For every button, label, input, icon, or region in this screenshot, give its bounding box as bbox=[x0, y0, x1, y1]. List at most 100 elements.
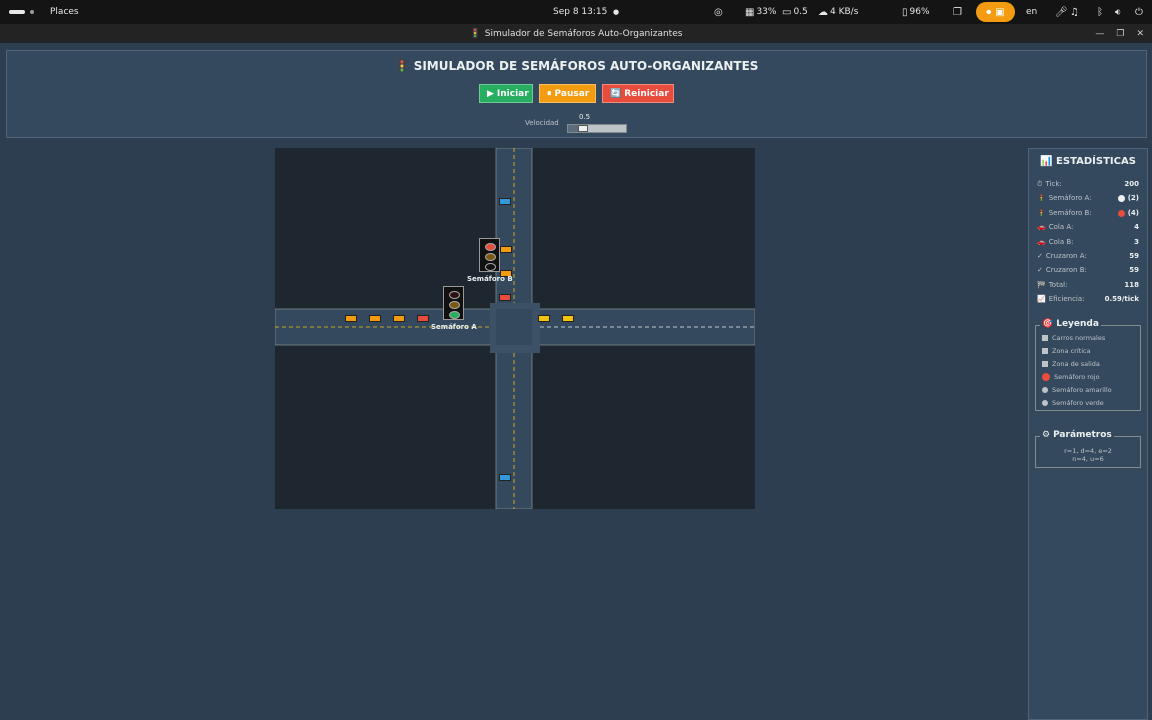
net-speed-value: 4 KB/s bbox=[830, 7, 859, 17]
stat-crossed-a: ✓ Cruzaron A: 59 bbox=[1037, 250, 1139, 262]
stat-value: 4 bbox=[1134, 223, 1139, 231]
load-value: 0.5 bbox=[793, 7, 808, 17]
screen-recorder-indicator[interactable]: ⏺ ▣ bbox=[976, 2, 1015, 22]
stat-value: 59 bbox=[1129, 266, 1139, 274]
stat-label: Semáforo B: bbox=[1048, 209, 1092, 217]
red-light-icon bbox=[485, 243, 496, 251]
car bbox=[499, 198, 511, 205]
traffic-light-b-label: Semáforo B bbox=[467, 275, 513, 283]
equalizer-icon[interactable]: ♫ bbox=[1070, 0, 1079, 24]
car-exit bbox=[562, 315, 574, 322]
workspace-indicator-active[interactable] bbox=[9, 10, 25, 14]
window-title-text: Simulador de Semáforos Auto-Organizantes bbox=[484, 28, 683, 39]
traffic-light-icon: 🚦 bbox=[469, 28, 481, 39]
legend-item: Semáforo rojo bbox=[1042, 371, 1100, 383]
window-controls: — ❐ ✕ bbox=[1095, 24, 1144, 43]
microphone-icon[interactable]: 🎤︎ bbox=[1055, 0, 1068, 24]
stats-title-text: ESTADÍSTICAS bbox=[1056, 156, 1136, 167]
window-title: 🚦 Simulador de Semáforos Auto-Organizant… bbox=[0, 24, 1152, 43]
places-menu[interactable]: Places bbox=[50, 0, 79, 24]
legend-title-text: Leyenda bbox=[1056, 319, 1099, 329]
car bbox=[393, 315, 405, 322]
speed-slider-thumb[interactable] bbox=[577, 125, 588, 132]
maximize-icon[interactable]: ❐ bbox=[1116, 29, 1124, 39]
car-icon: 🚗 bbox=[1037, 223, 1046, 231]
flag-icon: 🏁 bbox=[1037, 281, 1046, 289]
stat-label: Semáforo A: bbox=[1048, 194, 1092, 202]
close-icon[interactable]: ✕ bbox=[1136, 29, 1144, 39]
stat-value: 59 bbox=[1129, 252, 1139, 260]
reset-button[interactable]: 🔄 Reiniciar bbox=[602, 84, 674, 103]
page-title-text: SIMULADOR DE SEMÁFOROS AUTO-ORGANIZANTES bbox=[413, 59, 759, 73]
minimize-icon[interactable]: — bbox=[1095, 29, 1104, 39]
car bbox=[369, 315, 381, 322]
yellow-light-icon bbox=[449, 301, 460, 309]
legend-label: Semáforo amarillo bbox=[1052, 386, 1112, 394]
clipboard-icon[interactable]: ❐ bbox=[953, 0, 962, 24]
legend-label: Carros normales bbox=[1052, 334, 1106, 342]
speaker-icon[interactable]: 🔉︎ bbox=[1115, 0, 1121, 24]
stat-label: Total: bbox=[1048, 281, 1068, 289]
car-icon: 🚗 bbox=[1037, 238, 1046, 246]
app-header: 🚦 SIMULADOR DE SEMÁFOROS AUTO-ORGANIZANT… bbox=[6, 50, 1147, 138]
keyboard-language[interactable]: en bbox=[1026, 0, 1037, 24]
timer-icon: ⏱ bbox=[1037, 179, 1043, 188]
bar-chart-icon: 📊 bbox=[1040, 156, 1053, 167]
start-button-label: Iniciar bbox=[496, 88, 529, 99]
stat-light-a: 🚦 Semáforo A: (2) bbox=[1037, 192, 1139, 204]
window-titlebar[interactable]: 🚦 Simulador de Semáforos Auto-Organizant… bbox=[0, 24, 1152, 43]
system-top-bar: Places Sep 8 13:15 ● ◎ ▦ 33% ▭ 0.5 ☁ 4 K… bbox=[0, 0, 1152, 24]
legend-item: Zona de salida bbox=[1042, 358, 1100, 370]
road-layer bbox=[275, 148, 755, 509]
params-title-text: Parámetros bbox=[1053, 430, 1112, 440]
cpu-indicator[interactable]: ▦ 33% bbox=[745, 0, 776, 24]
legend-label: Zona crítica bbox=[1052, 347, 1091, 355]
pause-button-label: Pausar bbox=[554, 88, 590, 99]
car-critical bbox=[417, 315, 429, 322]
stat-value: 118 bbox=[1124, 281, 1139, 289]
monitor-icon: ▭ bbox=[782, 6, 792, 18]
clock[interactable]: Sep 8 13:15 bbox=[553, 0, 607, 24]
params-title: ⚙ Parámetros bbox=[1040, 430, 1114, 440]
yellow-light-icon bbox=[485, 253, 496, 261]
legend-item: Carros normales bbox=[1042, 332, 1105, 344]
speed-slider[interactable] bbox=[567, 124, 627, 133]
volume-indicator[interactable]: ▯ 96% bbox=[902, 0, 930, 24]
stats-panel: 📊 ESTADÍSTICAS ⏱ Tick: 200 🚦 Semáforo A: (… bbox=[1028, 148, 1148, 720]
load-indicator[interactable]: ▭ 0.5 bbox=[782, 0, 808, 24]
stat-total: 🏁 Total: 118 bbox=[1037, 279, 1139, 291]
car bbox=[500, 246, 512, 253]
legend-swatch bbox=[1042, 348, 1048, 354]
pause-icon: ⏸ bbox=[547, 88, 552, 99]
cloud-download-icon: ☁ bbox=[818, 6, 828, 18]
cpu-value: 33% bbox=[756, 7, 777, 17]
traffic-light-icon: 🚦 bbox=[1037, 194, 1046, 202]
stat-queue-b: 🚗 Cola B: 3 bbox=[1037, 236, 1139, 248]
play-icon: ▶ bbox=[487, 88, 494, 99]
traffic-light-a-label: Semáforo A bbox=[431, 323, 477, 331]
volume-value: 96% bbox=[909, 7, 930, 17]
legend-box: 🎯 Leyenda Carros normales Zona crítica Z… bbox=[1035, 319, 1141, 411]
check-icon: ✓ bbox=[1037, 266, 1043, 274]
car bbox=[499, 474, 511, 481]
net-speed-indicator[interactable]: ☁ 4 KB/s bbox=[818, 0, 858, 24]
workspace-indicator[interactable] bbox=[30, 10, 34, 14]
legend-label: Semáforo rojo bbox=[1054, 373, 1100, 381]
stat-queue-a: 🚗 Cola A: 4 bbox=[1037, 221, 1139, 233]
stat-label: Cola A: bbox=[1048, 223, 1074, 231]
stat-label: Eficiencia: bbox=[1048, 295, 1085, 303]
power-icon[interactable]: ⏻ bbox=[1135, 0, 1143, 24]
legend-title: 🎯 Leyenda bbox=[1040, 319, 1101, 329]
traffic-light-icon: 🚦 bbox=[1037, 209, 1046, 217]
simulation-canvas[interactable]: Semáforo B Semáforo A bbox=[275, 148, 755, 509]
legend-swatch bbox=[1042, 361, 1048, 367]
reset-button-label: Reiniciar bbox=[624, 88, 669, 99]
start-button[interactable]: ▶ Iniciar bbox=[479, 84, 533, 103]
camera-icon: ▣ bbox=[995, 6, 1005, 18]
intersection-core bbox=[496, 309, 532, 345]
legend-item: Semáforo amarillo bbox=[1042, 384, 1112, 396]
bluetooth-icon[interactable]: ᛒ bbox=[1097, 0, 1103, 24]
pause-button[interactable]: ⏸ Pausar bbox=[539, 84, 596, 103]
trend-icon: 📈 bbox=[1037, 295, 1046, 303]
network-icon[interactable]: ◎ bbox=[714, 0, 723, 24]
